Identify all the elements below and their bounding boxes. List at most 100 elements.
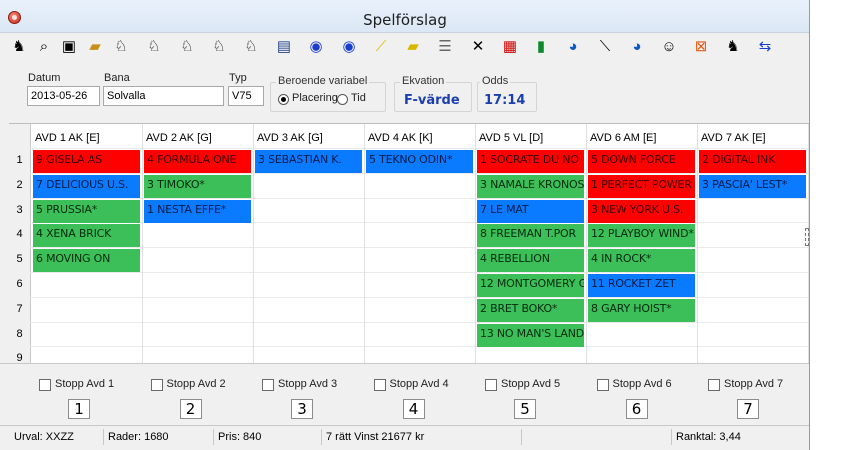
column-header[interactable]: AVD 2 AK [G] bbox=[146, 132, 212, 144]
avd-number-box-7[interactable]: 7 bbox=[737, 399, 759, 419]
list-icon[interactable]: ☰ bbox=[434, 36, 456, 58]
horse-cell[interactable]: 1 SOCRATE DU NO bbox=[477, 150, 584, 173]
scroll-indicator[interactable] bbox=[805, 228, 809, 246]
bana-label: Bana bbox=[104, 72, 130, 84]
horse-cell[interactable]: 3 TIMOKO* bbox=[144, 174, 251, 198]
typ-input[interactable] bbox=[228, 86, 264, 106]
column-header[interactable]: AVD 1 AK [E] bbox=[35, 132, 100, 144]
bar-chart-icon[interactable]: ▮ bbox=[530, 36, 552, 58]
horse-cell[interactable]: 3 SEBASTIAN K. bbox=[255, 150, 362, 173]
horse-cell[interactable]: 1 NESTA EFFE* bbox=[144, 199, 251, 223]
column-header[interactable]: AVD 7 AK [E] bbox=[701, 132, 766, 144]
horse-cell[interactable]: 12 MONTGOMERY G bbox=[477, 274, 584, 297]
cards-icon[interactable]: ▦ bbox=[499, 36, 521, 58]
open-folder-icon[interactable]: ▰ bbox=[84, 36, 106, 58]
stopp-checkbox-4[interactable] bbox=[373, 379, 386, 391]
pencil-icon[interactable]: ⟋ bbox=[370, 36, 392, 58]
column-header[interactable]: AVD 6 AM [E] bbox=[590, 132, 656, 144]
horse-jump-icon[interactable]: ♘ bbox=[176, 36, 198, 58]
horse-cell[interactable]: 7 DELICIOUS U.S. bbox=[33, 174, 140, 198]
placering-label: Placering bbox=[292, 92, 338, 104]
column-header[interactable]: AVD 5 VL [D] bbox=[479, 132, 543, 144]
race-column: AVD 7 AK [E] 2 DIGITAL INK 3 PASCIA' LEST* bbox=[697, 124, 809, 364]
save-icon[interactable]: ▣ bbox=[58, 36, 80, 58]
horse-filter-icon[interactable]: ♘ bbox=[110, 36, 132, 58]
target2-icon[interactable]: ◉ bbox=[338, 36, 360, 58]
horse-cell[interactable]: 11 ROCKET ZET bbox=[588, 274, 695, 297]
race-column: AVD 6 AM [E] 5 DOWN FORCE 1 PERFECT POWER 3… bbox=[586, 124, 698, 364]
note-icon[interactable]: ▰ bbox=[402, 36, 424, 58]
horse-cell[interactable]: 2 BRET BOKO* bbox=[477, 298, 584, 322]
row-number: 7 bbox=[16, 302, 23, 315]
globe2-icon[interactable]: ◕ bbox=[626, 36, 648, 58]
horse-cell[interactable]: 5 DOWN FORCE bbox=[588, 150, 695, 173]
horse-cell[interactable]: 9 GISELA AS bbox=[33, 150, 140, 173]
horse-cell[interactable]: 8 FREEMAN T.POR bbox=[477, 224, 584, 248]
horse-cell[interactable]: 3 NAMALE KRONOS bbox=[477, 174, 584, 198]
beroende-group: Beroende variabel Placering Tid bbox=[270, 75, 386, 112]
ekvation-group: Ekvation F-värde bbox=[394, 75, 472, 112]
wand-icon[interactable]: ⟍ bbox=[594, 36, 616, 58]
stop-panel: Stopp Avd 1 1 Stopp Avd 2 2 Stopp Avd 3 3 Stop… bbox=[0, 363, 809, 426]
race-grid[interactable]: 123456789 AVD 1 AK [E] 9 GISELA AS 7 DELIC… bbox=[9, 123, 809, 364]
horse-cell[interactable]: 3 PASCIA' LEST* bbox=[699, 174, 806, 198]
close-x-icon[interactable]: ✕ bbox=[467, 36, 489, 58]
horse-cell[interactable]: 5 TEKNO ODIN* bbox=[366, 150, 473, 173]
avd-number-box-6[interactable]: 6 bbox=[625, 399, 648, 419]
avd-number-box-5[interactable]: 5 bbox=[514, 399, 536, 419]
horse-cell[interactable]: 3 NEW YORK U.S. bbox=[588, 199, 695, 223]
bana-input[interactable] bbox=[103, 86, 224, 106]
column-header[interactable]: AVD 4 AK [K] bbox=[368, 132, 433, 144]
row-number: 1 bbox=[16, 154, 23, 166]
stopp-checkbox-1[interactable] bbox=[39, 379, 51, 391]
horse-cell[interactable]: 13 NO MAN'S LAND* bbox=[477, 323, 584, 347]
avd-number-box-1[interactable]: 1 bbox=[68, 399, 90, 419]
stopp-checkbox-2[interactable] bbox=[150, 379, 163, 391]
stopp-label-3: Stopp Avd 3 bbox=[278, 378, 338, 390]
horse-cell[interactable]: 4 IN ROCK* bbox=[588, 249, 695, 273]
horse-cell[interactable]: 4 XENA BRICK bbox=[33, 224, 140, 248]
datum-label: Datum bbox=[28, 72, 61, 84]
card-icon[interactable]: ▤ bbox=[273, 36, 295, 58]
stopp-checkbox-7[interactable] bbox=[708, 379, 720, 391]
horse-cell[interactable]: 12 PLAYBOY WIND* bbox=[588, 224, 695, 248]
stopp-checkbox-5[interactable] bbox=[485, 379, 497, 391]
horse-hand-icon[interactable]: ♘ bbox=[240, 36, 262, 58]
horse-cell[interactable]: 6 MOVING ON bbox=[33, 249, 140, 273]
spelforslag-window: Spelförslag ♞ ⌕ ▣ ▰ ♘ ♘ ♘ ♘ ♘ ▤ ◉ ◉ ⟋ ▰ … bbox=[0, 0, 810, 450]
toolbar: ♞ ⌕ ▣ ▰ ♘ ♘ ♘ ♘ ♘ ▤ ◉ ◉ ⟋ ▰ ☰ ✕ ▦ ▮ ◕ ⟍ … bbox=[8, 36, 808, 58]
stopp-checkbox-6[interactable] bbox=[596, 379, 609, 391]
datum-input[interactable] bbox=[27, 86, 100, 106]
placering-radio[interactable] bbox=[278, 94, 289, 105]
horse-cell[interactable]: 1 PERFECT POWER bbox=[588, 174, 695, 198]
avd-number-box-3[interactable]: 3 bbox=[291, 399, 313, 419]
tid-label: Tid bbox=[351, 92, 366, 104]
horse-cell[interactable]: 4 FORMULA ONE bbox=[144, 150, 251, 173]
binoculars-icon[interactable]: ⌕ bbox=[33, 36, 55, 58]
horse-icon[interactable]: ♞ bbox=[8, 36, 30, 58]
horse-cell[interactable]: 8 GARY HOIST* bbox=[588, 298, 695, 322]
stop-icon[interactable]: ⊠ bbox=[690, 36, 712, 58]
horse-cell[interactable]: 2 DIGITAL INK bbox=[699, 150, 806, 173]
stopp-label-2: Stopp Avd 2 bbox=[166, 378, 226, 390]
globe-icon[interactable]: ◕ bbox=[562, 36, 584, 58]
person-icon[interactable]: ☺ bbox=[658, 36, 680, 58]
row-number: 3 bbox=[16, 203, 23, 216]
horse-cell[interactable]: 4 REBELLION bbox=[477, 249, 584, 273]
horse-cell[interactable]: 7 LE MAT bbox=[477, 199, 584, 223]
horse-cell[interactable]: 5 PRUSSIA* bbox=[33, 199, 140, 223]
horse-list-icon[interactable]: ♘ bbox=[208, 36, 230, 58]
target-icon[interactable]: ◉ bbox=[305, 36, 327, 58]
row-number: 5 bbox=[16, 253, 23, 266]
arrows-icon[interactable]: ⇆ bbox=[754, 36, 776, 58]
avd-number-box-4[interactable]: 4 bbox=[402, 399, 425, 419]
horse2-icon[interactable]: ♞ bbox=[722, 36, 744, 58]
column-header[interactable]: AVD 3 AK [G] bbox=[257, 132, 323, 144]
beroende-label: Beroende variabel bbox=[276, 75, 370, 87]
stopp-checkbox-3[interactable] bbox=[262, 379, 274, 391]
tid-radio[interactable] bbox=[337, 94, 348, 105]
horse-run-icon[interactable]: ♘ bbox=[143, 36, 165, 58]
odds-value: 17:14 bbox=[484, 93, 526, 108]
avd-number-box-2[interactable]: 2 bbox=[179, 399, 202, 419]
status-bar: Urval: XXZZ Rader: 1680 Pris: 840 7 rätt… bbox=[0, 425, 809, 447]
